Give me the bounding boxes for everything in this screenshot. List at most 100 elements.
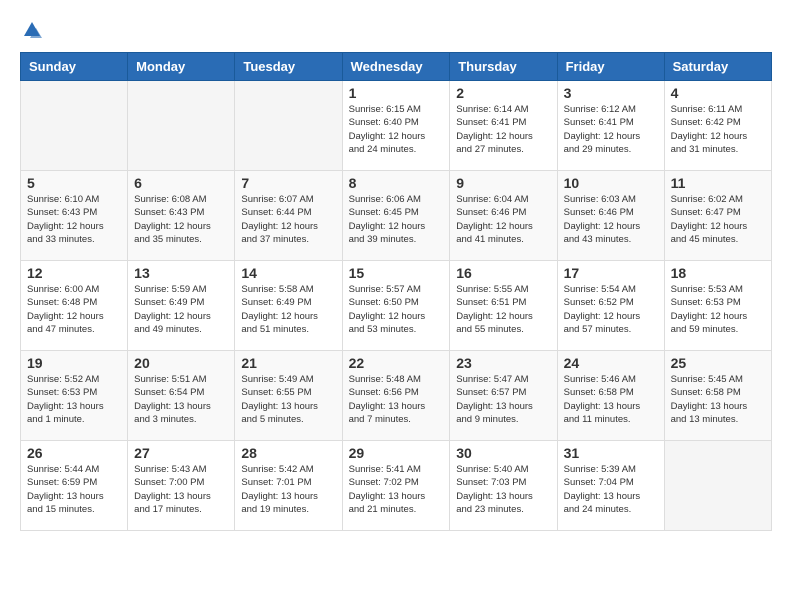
day-info: Sunrise: 6:15 AM Sunset: 6:40 PM Dayligh… xyxy=(349,103,444,156)
day-number: 5 xyxy=(27,175,121,191)
calendar-cell: 13 Sunrise: 5:59 AM Sunset: 6:49 PM Dayli… xyxy=(128,261,235,351)
calendar-cell: 1 Sunrise: 6:15 AM Sunset: 6:40 PM Daylig… xyxy=(342,81,450,171)
day-number: 14 xyxy=(241,265,335,281)
day-number: 12 xyxy=(27,265,121,281)
weekday-header-sunday: Sunday xyxy=(21,53,128,81)
calendar-cell: 2 Sunrise: 6:14 AM Sunset: 6:41 PM Daylig… xyxy=(450,81,557,171)
calendar-cell: 28Sunrise: 5:42 AM Sunset: 7:01 PM Dayli… xyxy=(235,441,342,531)
day-number: 3 xyxy=(564,85,658,101)
calendar-cell: 7Sunrise: 6:07 AM Sunset: 6:44 PM Daylig… xyxy=(235,171,342,261)
day-number: 26 xyxy=(27,445,121,461)
calendar-cell: 6 Sunrise: 6:08 AM Sunset: 6:43 PM Daylig… xyxy=(128,171,235,261)
calendar-cell: 31 Sunrise: 5:39 AM Sunset: 7:04 PM Dayli… xyxy=(557,441,664,531)
calendar-cell: 12 Sunrise: 6:00 AM Sunset: 6:48 PM Dayli… xyxy=(21,261,128,351)
calendar-cell: 25 Sunrise: 5:45 AM Sunset: 6:58 PM Dayli… xyxy=(664,351,771,441)
calendar-cell: 17 Sunrise: 5:54 AM Sunset: 6:52 PM Dayli… xyxy=(557,261,664,351)
calendar-cell: 19 Sunrise: 5:52 AM Sunset: 6:53 PM Dayli… xyxy=(21,351,128,441)
calendar-cell xyxy=(128,81,235,171)
weekday-header-friday: Friday xyxy=(557,53,664,81)
day-info: Sunrise: 6:10 AM Sunset: 6:43 PM Dayligh… xyxy=(27,193,121,246)
calendar-cell: 16 Sunrise: 5:55 AM Sunset: 6:51 PM Dayli… xyxy=(450,261,557,351)
calendar: SundayMondayTuesdayWednesdayThursdayFrid… xyxy=(20,52,772,531)
calendar-cell: 10 Sunrise: 6:03 AM Sunset: 6:46 PM Dayli… xyxy=(557,171,664,261)
day-info: Sunrise: 5:48 AM Sunset: 6:56 PM Dayligh… xyxy=(349,373,444,426)
day-info: Sunrise: 5:41 AM Sunset: 7:02 PM Dayligh… xyxy=(349,463,444,516)
header xyxy=(20,20,772,40)
day-number: 22 xyxy=(349,355,444,371)
calendar-cell: 5 Sunrise: 6:10 AM Sunset: 6:43 PM Daylig… xyxy=(21,171,128,261)
weekday-header-thursday: Thursday xyxy=(450,53,557,81)
calendar-cell: 4 Sunrise: 6:11 AM Sunset: 6:42 PM Daylig… xyxy=(664,81,771,171)
logo-icon xyxy=(22,20,42,40)
day-number: 27 xyxy=(134,445,228,461)
day-info: Sunrise: 5:44 AM Sunset: 6:59 PM Dayligh… xyxy=(27,463,121,516)
calendar-cell: 26 Sunrise: 5:44 AM Sunset: 6:59 PM Dayli… xyxy=(21,441,128,531)
calendar-cell: 14 Sunrise: 5:58 AM Sunset: 6:49 PM Dayli… xyxy=(235,261,342,351)
day-number: 1 xyxy=(349,85,444,101)
day-number: 2 xyxy=(456,85,550,101)
day-info: Sunrise: 6:03 AM Sunset: 6:46 PM Dayligh… xyxy=(564,193,658,246)
day-info: Sunrise: 5:47 AM Sunset: 6:57 PM Dayligh… xyxy=(456,373,550,426)
day-number: 25 xyxy=(671,355,765,371)
day-info: Sunrise: 6:12 AM Sunset: 6:41 PM Dayligh… xyxy=(564,103,658,156)
day-info: Sunrise: 6:04 AM Sunset: 6:46 PM Dayligh… xyxy=(456,193,550,246)
day-number: 9 xyxy=(456,175,550,191)
day-number: 23 xyxy=(456,355,550,371)
weekday-header-saturday: Saturday xyxy=(664,53,771,81)
day-number: 20 xyxy=(134,355,228,371)
day-info: Sunrise: 5:53 AM Sunset: 6:53 PM Dayligh… xyxy=(671,283,765,336)
calendar-cell xyxy=(21,81,128,171)
page: SundayMondayTuesdayWednesdayThursdayFrid… xyxy=(0,0,792,541)
day-number: 17 xyxy=(564,265,658,281)
day-number: 6 xyxy=(134,175,228,191)
day-number: 4 xyxy=(671,85,765,101)
calendar-cell: 18 Sunrise: 5:53 AM Sunset: 6:53 PM Dayli… xyxy=(664,261,771,351)
day-info: Sunrise: 5:59 AM Sunset: 6:49 PM Dayligh… xyxy=(134,283,228,336)
logo xyxy=(20,20,42,40)
calendar-cell: 11Sunrise: 6:02 AM Sunset: 6:47 PM Dayli… xyxy=(664,171,771,261)
weekday-header-row: SundayMondayTuesdayWednesdayThursdayFrid… xyxy=(21,53,772,81)
calendar-week-4: 19 Sunrise: 5:52 AM Sunset: 6:53 PM Dayli… xyxy=(21,351,772,441)
calendar-cell: 23 Sunrise: 5:47 AM Sunset: 6:57 PM Dayli… xyxy=(450,351,557,441)
day-info: Sunrise: 5:43 AM Sunset: 7:00 PM Dayligh… xyxy=(134,463,228,516)
calendar-cell: 22 Sunrise: 5:48 AM Sunset: 6:56 PM Dayli… xyxy=(342,351,450,441)
day-info: Sunrise: 5:54 AM Sunset: 6:52 PM Dayligh… xyxy=(564,283,658,336)
day-info: Sunrise: 5:55 AM Sunset: 6:51 PM Dayligh… xyxy=(456,283,550,336)
day-number: 18 xyxy=(671,265,765,281)
day-info: Sunrise: 6:06 AM Sunset: 6:45 PM Dayligh… xyxy=(349,193,444,246)
day-info: Sunrise: 5:52 AM Sunset: 6:53 PM Dayligh… xyxy=(27,373,121,426)
day-info: Sunrise: 6:11 AM Sunset: 6:42 PM Dayligh… xyxy=(671,103,765,156)
day-number: 31 xyxy=(564,445,658,461)
day-number: 30 xyxy=(456,445,550,461)
day-number: 15 xyxy=(349,265,444,281)
day-number: 11 xyxy=(671,175,765,191)
day-info: Sunrise: 6:14 AM Sunset: 6:41 PM Dayligh… xyxy=(456,103,550,156)
calendar-cell: 15Sunrise: 5:57 AM Sunset: 6:50 PM Dayli… xyxy=(342,261,450,351)
calendar-week-5: 26 Sunrise: 5:44 AM Sunset: 6:59 PM Dayli… xyxy=(21,441,772,531)
day-number: 16 xyxy=(456,265,550,281)
weekday-header-tuesday: Tuesday xyxy=(235,53,342,81)
day-number: 13 xyxy=(134,265,228,281)
day-info: Sunrise: 5:39 AM Sunset: 7:04 PM Dayligh… xyxy=(564,463,658,516)
calendar-cell: 9 Sunrise: 6:04 AM Sunset: 6:46 PM Daylig… xyxy=(450,171,557,261)
calendar-cell: 29 Sunrise: 5:41 AM Sunset: 7:02 PM Dayli… xyxy=(342,441,450,531)
calendar-cell xyxy=(235,81,342,171)
calendar-cell: 20 Sunrise: 5:51 AM Sunset: 6:54 PM Dayli… xyxy=(128,351,235,441)
weekday-header-monday: Monday xyxy=(128,53,235,81)
calendar-week-2: 5 Sunrise: 6:10 AM Sunset: 6:43 PM Daylig… xyxy=(21,171,772,261)
day-info: Sunrise: 5:51 AM Sunset: 6:54 PM Dayligh… xyxy=(134,373,228,426)
day-info: Sunrise: 5:45 AM Sunset: 6:58 PM Dayligh… xyxy=(671,373,765,426)
day-number: 21 xyxy=(241,355,335,371)
day-number: 7 xyxy=(241,175,335,191)
day-number: 28 xyxy=(241,445,335,461)
calendar-cell: 27 Sunrise: 5:43 AM Sunset: 7:00 PM Dayli… xyxy=(128,441,235,531)
day-info: Sunrise: 6:08 AM Sunset: 6:43 PM Dayligh… xyxy=(134,193,228,246)
day-number: 29 xyxy=(349,445,444,461)
calendar-cell: 3 Sunrise: 6:12 AM Sunset: 6:41 PM Daylig… xyxy=(557,81,664,171)
day-info: Sunrise: 6:00 AM Sunset: 6:48 PM Dayligh… xyxy=(27,283,121,336)
day-number: 19 xyxy=(27,355,121,371)
day-number: 10 xyxy=(564,175,658,191)
weekday-header-wednesday: Wednesday xyxy=(342,53,450,81)
calendar-week-3: 12 Sunrise: 6:00 AM Sunset: 6:48 PM Dayli… xyxy=(21,261,772,351)
day-info: Sunrise: 5:58 AM Sunset: 6:49 PM Dayligh… xyxy=(241,283,335,336)
